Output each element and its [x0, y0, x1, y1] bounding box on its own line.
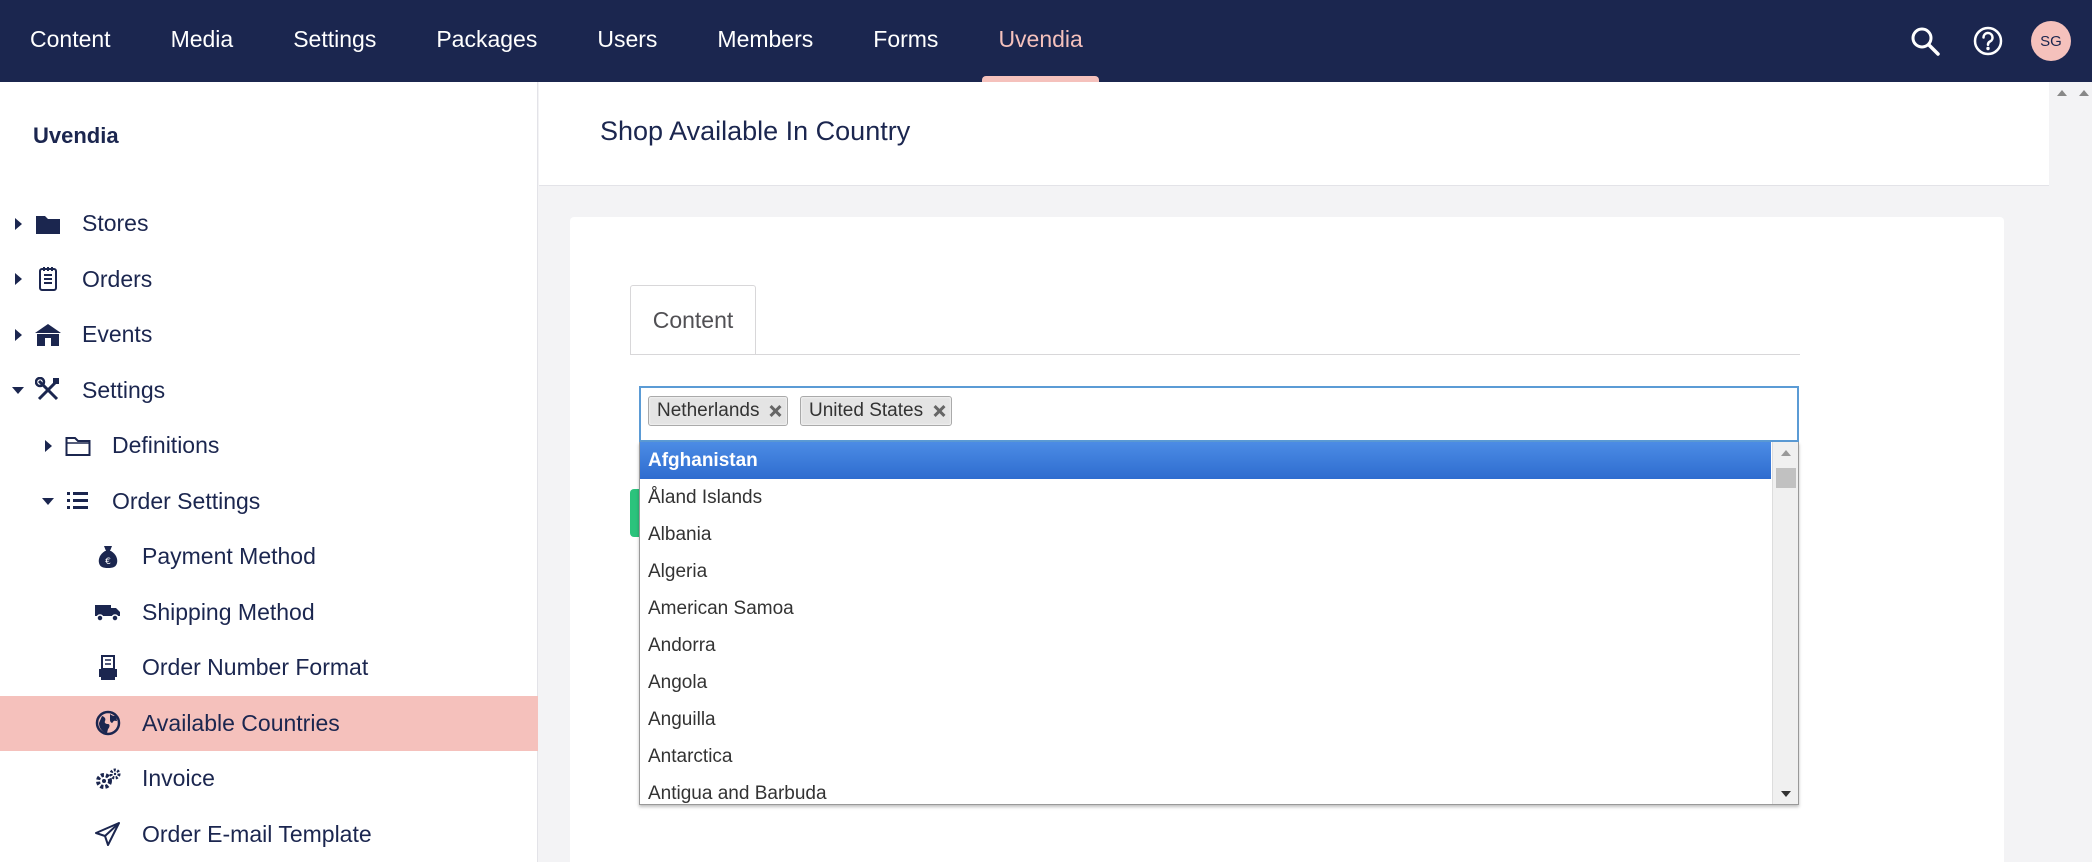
printer-icon	[94, 654, 122, 682]
scroll-down-icon[interactable]	[1781, 791, 1791, 797]
money-bag-icon: €	[94, 543, 122, 571]
nav-item-settings[interactable]: Settings	[263, 0, 406, 82]
help-icon[interactable]	[1968, 21, 2008, 61]
selected-country-chip: United States	[800, 396, 953, 426]
tree-item-label: Order Number Format	[142, 654, 369, 681]
content-tree: Stores Orders Events Settings Definition…	[0, 196, 538, 862]
country-option[interactable]: Algeria	[640, 553, 1771, 590]
country-option[interactable]: Åland Islands	[640, 479, 1771, 516]
tree-item-label: Events	[82, 321, 153, 348]
tree-item-order-email-template[interactable]: Order E-mail Template	[0, 807, 538, 862]
country-option[interactable]: Antigua and Barbuda	[640, 775, 1771, 804]
section-nav: Content Media Settings Packages Users Me…	[0, 0, 1113, 82]
tab-divider	[630, 354, 1800, 355]
scroll-up-icon[interactable]	[1781, 450, 1791, 456]
tree-item-label: Orders	[82, 265, 153, 292]
country-dropdown[interactable]: Afghanistan Åland Islands Albania Algeri…	[639, 442, 1799, 805]
caret-down-icon[interactable]	[12, 386, 24, 394]
country-options: Afghanistan Åland Islands Albania Algeri…	[640, 442, 1771, 804]
nav-item-users[interactable]: Users	[567, 0, 687, 82]
tree-item-label: Order Settings	[112, 487, 261, 514]
user-avatar[interactable]: SG	[2031, 21, 2071, 61]
scroll-thumb[interactable]	[1776, 468, 1796, 488]
tree-item-order-settings[interactable]: Order Settings	[0, 474, 538, 530]
header-tools: SG	[1905, 0, 2092, 82]
tree-item-available-countries[interactable]: Available Countries	[0, 695, 538, 751]
remove-chip-icon[interactable]	[933, 405, 945, 417]
country-option[interactable]: Andorra	[640, 627, 1771, 664]
caret-right-icon[interactable]	[15, 273, 22, 286]
tree-item-order-number-format[interactable]: Order Number Format	[0, 640, 538, 696]
country-option[interactable]: Albania	[640, 516, 1771, 553]
caret-right-icon[interactable]	[15, 328, 22, 341]
nav-item-members[interactable]: Members	[687, 0, 843, 82]
sidebar-title: Uvendia	[33, 123, 119, 148]
editor-header: Shop Available In Country	[539, 82, 2049, 186]
tree-item-label: Invoice	[142, 765, 215, 792]
tree-item-label: Order E-mail Template	[142, 820, 372, 847]
tab-content[interactable]: Content	[630, 285, 756, 355]
tools-icon	[34, 376, 62, 404]
caret-right-icon[interactable]	[45, 439, 52, 452]
remove-chip-icon[interactable]	[769, 405, 781, 417]
tree-item-payment-method[interactable]: € Payment Method	[0, 529, 538, 585]
tree-item-definitions[interactable]: Definitions	[0, 418, 538, 474]
country-multiselect[interactable]: Netherlands United States	[639, 386, 1799, 442]
tree-item-invoice[interactable]: Invoice	[0, 751, 538, 807]
nav-item-packages[interactable]: Packages	[406, 0, 567, 82]
tree-item-shipping-method[interactable]: Shipping Method	[0, 585, 538, 641]
tree-item-label: Definitions	[112, 432, 220, 459]
receipt-icon	[34, 265, 62, 293]
scroll-up-icon[interactable]	[2057, 90, 2067, 96]
nav-item-forms[interactable]: Forms	[843, 0, 968, 82]
list-icon	[64, 487, 92, 515]
page-scrollbar[interactable]	[2049, 82, 2092, 862]
svg-text:€: €	[105, 557, 111, 567]
gears-icon	[94, 765, 122, 793]
folder-outline-icon	[64, 432, 92, 460]
tree-item-label: Settings	[82, 376, 166, 403]
country-option[interactable]: Afghanistan	[640, 442, 1771, 479]
top-navigation-bar: Content Media Settings Packages Users Me…	[0, 0, 2092, 82]
search-icon[interactable]	[1905, 21, 1945, 61]
page-title: Shop Available In Country	[600, 116, 911, 146]
scroll-up-icon[interactable]	[2079, 90, 2089, 96]
country-option[interactable]: American Samoa	[640, 590, 1771, 627]
tree-item-stores[interactable]: Stores	[0, 196, 538, 252]
dropdown-scrollbar[interactable]	[1772, 442, 1798, 804]
tree-item-settings[interactable]: Settings	[0, 363, 538, 419]
tree-item-label: Stores	[82, 210, 149, 237]
country-option[interactable]: Anguilla	[640, 701, 1771, 738]
caret-down-icon[interactable]	[42, 497, 54, 505]
nav-item-uvendia[interactable]: Uvendia	[968, 0, 1112, 82]
chip-label: United States	[809, 400, 924, 421]
chip-label: Netherlands	[657, 400, 760, 421]
tree-item-label: Shipping Method	[142, 598, 315, 625]
store-icon	[34, 321, 62, 349]
caret-right-icon[interactable]	[15, 217, 22, 230]
folder-icon	[34, 210, 62, 238]
selected-country-chip: Netherlands	[648, 396, 789, 426]
nav-item-media[interactable]: Media	[141, 0, 264, 82]
tree-item-label: Available Countries	[142, 709, 340, 736]
paper-plane-icon	[94, 820, 122, 848]
tree-item-events[interactable]: Events	[0, 307, 538, 363]
country-option[interactable]: Angola	[640, 664, 1771, 701]
nav-item-content[interactable]: Content	[0, 0, 141, 82]
tree-item-label: Payment Method	[142, 543, 316, 570]
tree-item-orders[interactable]: Orders	[0, 252, 538, 308]
truck-icon	[94, 598, 122, 626]
sidebar: Uvendia Stores Orders Events Settings De…	[0, 82, 538, 862]
globe-icon	[94, 709, 122, 737]
country-option[interactable]: Antarctica	[640, 738, 1771, 775]
